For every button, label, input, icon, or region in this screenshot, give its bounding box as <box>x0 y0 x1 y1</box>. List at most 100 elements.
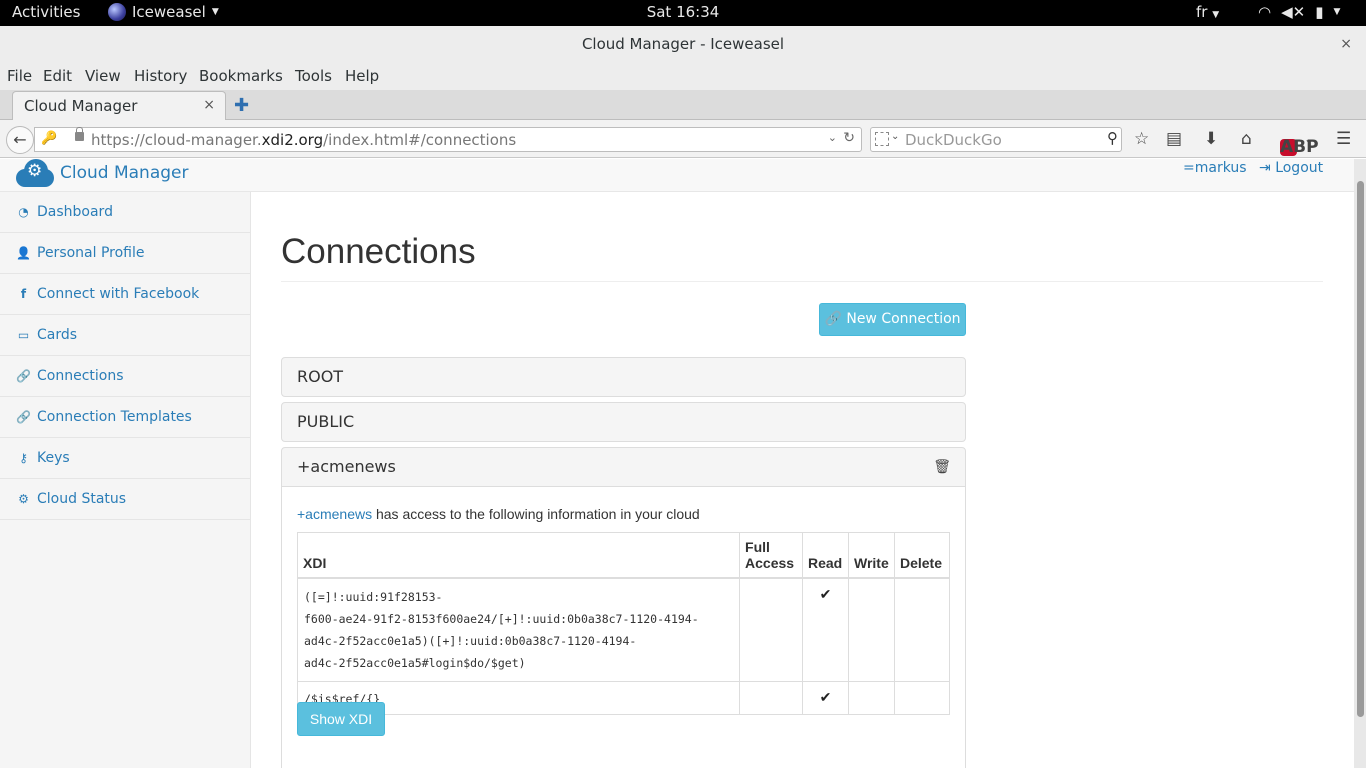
sidebar-item-connections[interactable]: 🔗 Connections <box>0 356 250 397</box>
home-icon[interactable]: ⌂ <box>1241 129 1252 149</box>
panel-heading[interactable]: PUBLIC <box>282 403 965 441</box>
sidebar-item-keys[interactable]: ⚷ Keys <box>0 438 250 479</box>
brand-name: Cloud Manager <box>60 163 189 183</box>
downloads-icon[interactable]: ⬇ <box>1204 129 1218 149</box>
wifi-icon: ◠ <box>1258 3 1272 21</box>
panel-public[interactable]: PUBLIC <box>281 402 966 442</box>
panel-heading[interactable]: ROOT <box>282 358 965 396</box>
sidebar-item-connection-templates[interactable]: 🔗 Connection Templates <box>0 397 250 438</box>
back-arrow-icon: ← <box>13 130 27 149</box>
new-connection-button[interactable]: 🔗 New Connection <box>819 303 966 336</box>
logout-link[interactable]: ⇥ Logout <box>1259 160 1323 176</box>
sidebar-item-facebook[interactable]: f Connect with Facebook <box>0 274 250 315</box>
volume-muted-icon: ◀✕ <box>1281 3 1306 21</box>
url-bar[interactable]: 🔑 https://cloud-manager.xdi2.org/index.h… <box>34 127 862 152</box>
show-xdi-button[interactable]: Show XDI <box>297 702 385 736</box>
search-icon[interactable]: ⚲ <box>1107 129 1118 147</box>
search-bar[interactable]: ⌄ ⚲ <box>870 127 1122 152</box>
web-page: ⚙ Cloud Manager =markus ⇥ Logout ◔ Dashb… <box>0 159 1354 768</box>
table-row: ([=]!:uuid:91f28153- f600-ae24-91f2-8153… <box>296 577 951 682</box>
column-header-read: Read <box>802 532 849 579</box>
menu-tools[interactable]: Tools <box>295 67 332 85</box>
table-header-row: XDI Full Access Read Write Delete <box>296 532 951 579</box>
search-engine-icon[interactable] <box>875 132 889 146</box>
column-header-write: Write <box>847 532 895 579</box>
chevron-down-icon[interactable]: ⌄ <box>1304 132 1314 146</box>
menu-bar: File Edit View History Bookmarks Tools H… <box>0 62 1366 90</box>
menu-help[interactable]: Help <box>345 67 379 85</box>
sidebar-item-label: Cloud Status <box>37 491 127 507</box>
new-tab-icon[interactable]: ✚ <box>234 95 249 116</box>
page-scrollbar[interactable] <box>1354 159 1366 768</box>
tab-title: Cloud Manager <box>24 97 138 115</box>
bookmark-star-icon[interactable]: ☆ <box>1134 129 1149 149</box>
cloud-gear-icon: ⚙ <box>16 159 54 187</box>
panel-title: +acmenews <box>297 457 396 476</box>
delete-cell <box>893 681 951 715</box>
sidebar-item-label: Dashboard <box>37 204 113 220</box>
sidebar-item-label: Connections <box>37 368 124 384</box>
cogs-icon: ⚙ <box>18 492 29 506</box>
trash-icon[interactable]: 🗑 <box>933 448 951 486</box>
back-button[interactable]: ← <box>6 126 34 154</box>
bookmarks-list-icon[interactable]: ▤ <box>1166 129 1182 149</box>
panel-heading[interactable]: +acmenews 🗑 <box>282 448 965 486</box>
sidebar-item-label: Personal Profile <box>37 245 145 261</box>
link-icon: 🔗 <box>824 311 842 327</box>
divider <box>281 281 1323 282</box>
column-header-full-access: Full Access <box>739 532 803 579</box>
menu-history[interactable]: History <box>134 67 187 85</box>
site-identity-icon[interactable]: 🔑 <box>41 131 57 146</box>
key-icon: ⚷ <box>19 451 28 465</box>
page-title: Connections <box>281 232 476 271</box>
chevron-down-icon: ⌄ <box>891 131 900 142</box>
permissions-table: XDI Full Access Read Write Delete ([=]!:… <box>296 532 951 715</box>
sidebar-item-dashboard[interactable]: ◔ Dashboard <box>0 192 250 233</box>
menu-bookmarks[interactable]: Bookmarks <box>199 67 283 85</box>
url-history-dropdown-icon[interactable]: ⌄ <box>828 131 837 144</box>
sidebar-item-personal-profile[interactable]: 👤 Personal Profile <box>0 233 250 274</box>
keyboard-layout-indicator[interactable]: fr ▼ <box>1196 3 1219 21</box>
user-link[interactable]: =markus <box>1183 160 1247 176</box>
hamburger-menu-icon[interactable]: ☰ <box>1336 129 1351 149</box>
window-close-icon[interactable]: × <box>1340 26 1352 62</box>
lock-icon <box>75 127 84 141</box>
menu-view[interactable]: View <box>85 67 121 85</box>
brand[interactable]: ⚙ Cloud Manager <box>16 159 188 187</box>
sidebar-item-label: Connect with Facebook <box>37 286 200 302</box>
app-navbar: ⚙ Cloud Manager =markus ⇥ Logout <box>0 159 1354 192</box>
tab-bar: Cloud Manager × ✚ <box>0 90 1366 121</box>
write-cell <box>847 577 895 682</box>
system-tray[interactable]: ◠ ◀✕ ▮ ▼ <box>1258 3 1340 21</box>
sidebar-item-cloud-status[interactable]: ⚙ Cloud Status <box>0 479 250 520</box>
access-description: +acmenews has access to the following in… <box>297 506 700 522</box>
caret-down-icon: ▼ <box>1333 7 1341 17</box>
keyboard-layout-label: fr <box>1196 3 1208 21</box>
menu-file[interactable]: File <box>7 67 32 85</box>
sidebar-item-cards[interactable]: ▭ Cards <box>0 315 250 356</box>
tab-close-icon[interactable]: × <box>203 97 215 113</box>
window-title: Cloud Manager - Iceweasel <box>581 35 785 53</box>
system-top-bar: Activities Iceweasel ▼ Sat 16:34 fr ▼ ◠ … <box>0 0 1366 26</box>
user-icon: 👤 <box>16 246 31 260</box>
tab-cloud-manager[interactable]: Cloud Manager × <box>12 91 226 121</box>
url-text: https://cloud-manager.xdi2.org/index.htm… <box>91 131 517 149</box>
connection-link[interactable]: +acmenews <box>297 506 372 522</box>
battery-icon: ▮ <box>1315 3 1324 21</box>
xdi-cell: ([=]!:uuid:91f28153- f600-ae24-91f2-8153… <box>296 577 741 682</box>
reload-icon[interactable]: ↻ <box>843 130 855 146</box>
full-access-cell <box>739 681 803 715</box>
scrollbar-thumb[interactable] <box>1357 181 1364 717</box>
table-row: /$is$ref/{} ✔ <box>296 681 951 715</box>
panel-root[interactable]: ROOT <box>281 357 966 397</box>
sidebar-item-label: Keys <box>37 450 70 466</box>
read-check-icon: ✔ <box>802 577 849 682</box>
delete-cell <box>893 577 951 682</box>
menu-edit[interactable]: Edit <box>43 67 72 85</box>
sidebar-item-label: Cards <box>37 327 78 343</box>
logout-icon: ⇥ <box>1259 160 1271 176</box>
search-input[interactable] <box>905 130 1095 149</box>
clock[interactable]: Sat 16:34 <box>0 3 1366 21</box>
window-titlebar: Cloud Manager - Iceweasel × <box>0 26 1366 62</box>
sidebar-item-label: Connection Templates <box>37 409 192 425</box>
